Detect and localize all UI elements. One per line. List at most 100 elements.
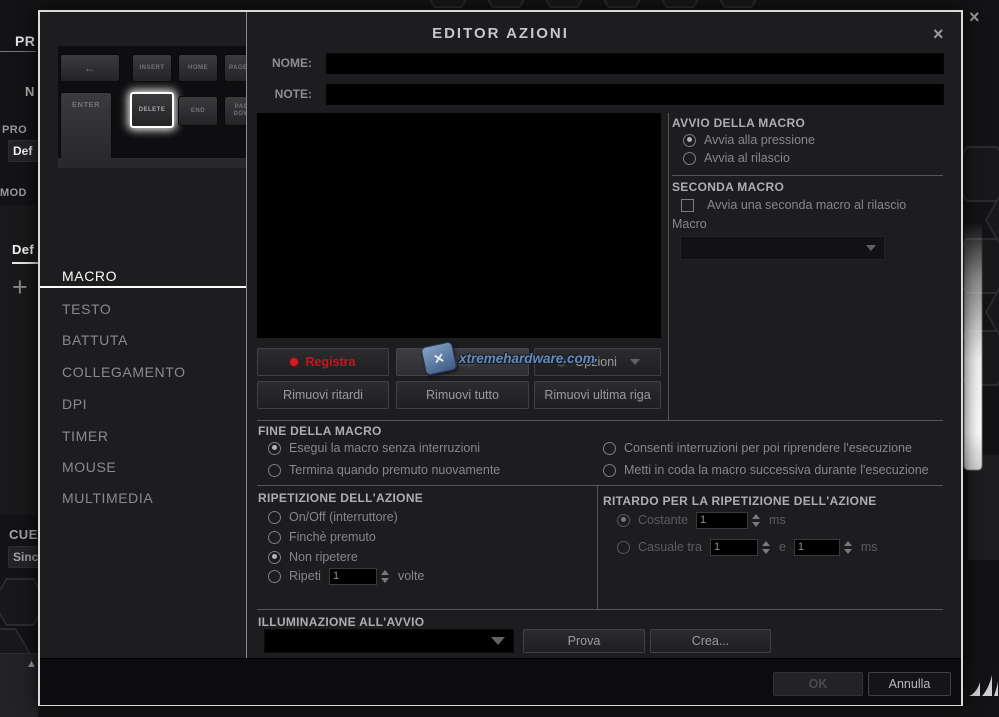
sidebar-item-timer[interactable]: TIMER	[40, 424, 246, 448]
volte-label: volte	[398, 569, 424, 583]
radio-metti-in-coda[interactable]: Metti in coda la macro successiva durant…	[603, 463, 929, 477]
spinner-icon[interactable]	[752, 512, 761, 529]
ripeti-count-input[interactable]	[329, 568, 377, 585]
rimuovi-ritardi-button[interactable]: Rimuovi ritardi	[257, 381, 389, 409]
spinner-icon[interactable]	[762, 539, 771, 556]
macro-select-label: Macro	[672, 217, 707, 231]
radio-label: On/Off (interruttore)	[289, 510, 398, 524]
keyboard-preview: ← ENTER INSERT HOME PAGE UP DELETE END P…	[58, 46, 246, 168]
rimuovi-tutto-button[interactable]: Rimuovi tutto	[396, 381, 529, 409]
bg-label-modalita: MOD	[0, 187, 27, 199]
radio-label: Costante	[638, 513, 688, 527]
radio-icon	[268, 570, 281, 583]
sidebar-item-multimedia[interactable]: MULTIMEDIA	[40, 486, 246, 510]
checkbox-label: Avvia una seconda macro al rilascio	[707, 198, 906, 212]
prova-button[interactable]: Prova	[523, 629, 645, 653]
sidebar-item-collegamento[interactable]: COLLEGAMENTO	[40, 360, 246, 384]
nome-label: NOME:	[240, 56, 312, 70]
ms-label: ms	[861, 540, 878, 554]
radio-label: Termina quando premuto nuovamente	[289, 463, 500, 477]
screen: PR N PRO Def MOD Def + CUE Sinc ▲ × EDIT…	[0, 0, 999, 717]
bg-label-cue: CUE	[9, 527, 38, 542]
radio-termina-quando-premuto[interactable]: Termina quando premuto nuovamente	[268, 463, 500, 477]
delete-key-highlighted: DELETE	[130, 92, 174, 128]
spinner-icon[interactable]	[381, 568, 390, 585]
crea-label: Crea...	[692, 634, 730, 648]
illuminazione-header: ILLUMINAZIONE ALL'AVVIO	[258, 615, 424, 629]
chevron-down-icon	[630, 359, 640, 365]
radio-avvia-rilascio[interactable]: Avvia al rilascio	[683, 151, 790, 165]
hexagon-decoration	[594, 0, 650, 8]
radio-label: Avvia al rilascio	[704, 151, 790, 165]
radio-casuale[interactable]: Casuale tra e ms	[617, 540, 878, 554]
radio-avvia-pressione[interactable]: Avvia alla pressione	[683, 133, 815, 147]
radio-finche-premuto[interactable]: Finchè premuto	[268, 530, 376, 544]
watermark-x-icon: ×	[420, 341, 457, 376]
radio-label: Non ripetere	[289, 550, 358, 564]
sidebar-item-mouse[interactable]: MOUSE	[40, 455, 246, 479]
section-divider	[257, 609, 943, 610]
hexagon-decoration	[478, 0, 534, 8]
dialog-close-icon[interactable]: ×	[933, 26, 944, 42]
rimuovi-ultima-riga-button[interactable]: Rimuovi ultima riga	[534, 381, 661, 409]
crea-button[interactable]: Crea...	[650, 629, 771, 653]
insert-key: INSERT	[132, 54, 172, 82]
annulla-button[interactable]: Annulla	[868, 672, 951, 696]
prova-label: Prova	[568, 634, 601, 648]
radio-non-ripetere[interactable]: Non ripetere	[268, 550, 358, 564]
radio-label: Metti in coda la macro successiva durant…	[624, 463, 929, 477]
costante-ms-input[interactable]	[696, 512, 748, 529]
radio-icon	[617, 514, 630, 527]
main-window-close-icon[interactable]: ×	[969, 9, 980, 25]
macro-action-list[interactable]	[257, 113, 661, 338]
illuminazione-dropdown[interactable]	[264, 629, 514, 653]
radio-onoff[interactable]: On/Off (interruttore)	[268, 510, 398, 524]
radio-icon	[683, 152, 696, 165]
ok-label: OK	[809, 677, 828, 691]
sidebar-item-macro[interactable]: MACRO	[40, 264, 246, 288]
radio-ripeti[interactable]: Ripeti volte	[268, 569, 424, 583]
bg-add-mode-plus: +	[12, 272, 28, 303]
radio-costante[interactable]: Costante ms	[617, 513, 786, 527]
editor-azioni-dialog: EDITOR AZIONI × ← ENTER INSERT HOME PAGE…	[38, 10, 963, 706]
spinner-icon[interactable]	[844, 539, 853, 556]
hexagon-decoration	[536, 0, 592, 8]
ritardo-header: RITARDO PER LA RIPETIZIONE DELL'AZIONE	[603, 494, 877, 508]
rimuovi-ritardi-label: Rimuovi ritardi	[283, 388, 363, 402]
macro-select-dropdown[interactable]	[680, 236, 885, 260]
casuale-max-input[interactable]	[794, 539, 840, 556]
ok-button[interactable]: OK	[773, 672, 863, 696]
bg-expand-arrow[interactable]: ▲	[26, 658, 37, 670]
radio-label: Esegui la macro senza interruzioni	[289, 441, 480, 455]
dialog-title: EDITOR AZIONI	[40, 25, 961, 42]
enter-key: ENTER	[60, 92, 112, 168]
checkbox-seconda-macro[interactable]: Avvia una seconda macro al rilascio	[681, 198, 906, 212]
bg-tab-profili: PR	[15, 33, 35, 49]
ripetizione-header: RIPETIZIONE DELL'AZIONE	[258, 491, 423, 505]
seconda-macro-header: SECONDA MACRO	[672, 180, 784, 194]
chevron-down-icon	[491, 637, 505, 645]
sidebar-item-testo[interactable]: TESTO	[40, 297, 246, 321]
registra-label: Registra	[305, 355, 355, 369]
ms-label: ms	[769, 513, 786, 527]
radio-consenti-interruzioni[interactable]: Consenti interruzioni per poi riprendere…	[603, 441, 912, 455]
corsair-logo-icon	[968, 672, 998, 698]
radio-label: Casuale tra	[638, 540, 702, 554]
radio-label: Ripeti	[289, 569, 321, 583]
checkbox-icon	[681, 199, 694, 212]
radio-esegui-senza-interruzioni[interactable]: Esegui la macro senza interruzioni	[268, 441, 480, 455]
chevron-down-icon	[866, 245, 876, 251]
fine-macro-header: FINE DELLA MACRO	[258, 424, 382, 438]
radio-icon	[603, 464, 616, 477]
casuale-min-input[interactable]	[710, 539, 758, 556]
sidebar-item-dpi[interactable]: DPI	[40, 392, 246, 416]
registra-button[interactable]: Registra	[257, 348, 389, 376]
radio-label: Avvia alla pressione	[704, 133, 815, 147]
sidebar-item-battuta[interactable]: BATTUTA	[40, 328, 246, 352]
keyboard-base	[58, 158, 246, 168]
rimuovi-tutto-label: Rimuovi tutto	[426, 388, 499, 402]
note-input[interactable]	[326, 84, 944, 105]
watermark-text: xtremehardware.com	[459, 351, 595, 366]
annulla-label: Annulla	[889, 677, 931, 691]
nome-input[interactable]	[326, 53, 944, 74]
